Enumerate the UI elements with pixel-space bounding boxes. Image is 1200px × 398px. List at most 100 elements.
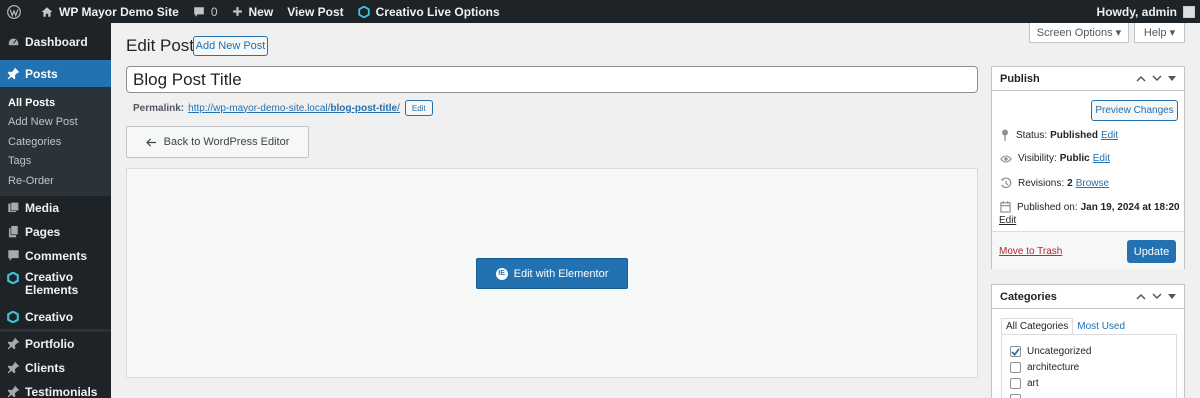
checkbox[interactable] — [1010, 394, 1021, 398]
view-post-label: View Post — [287, 4, 344, 19]
add-new-post-button[interactable]: Add New Post — [193, 36, 268, 56]
sidebar-label: Portfolio — [25, 336, 75, 351]
category-label: Uncategorized — [1027, 346, 1092, 357]
sidebar-item-posts[interactable]: Posts — [0, 60, 111, 87]
admin-sidebar: Dashboard Posts All Posts Add New Post C… — [0, 23, 111, 398]
permalink-edit-button[interactable]: Edit — [404, 100, 433, 116]
published-value: Jan 19, 2024 at 18:20 — [1080, 201, 1180, 213]
comments-count: 0 — [210, 4, 218, 19]
edit-with-elementor-button[interactable]: IE Edit with Elementor — [476, 258, 628, 289]
sidebar-label: Posts — [25, 66, 58, 81]
sidebar-item-dashboard[interactable]: Dashboard — [0, 30, 111, 54]
preview-changes-button[interactable]: Preview Changes — [1091, 100, 1178, 121]
checkbox-checked[interactable] — [1010, 346, 1021, 357]
sidebar-item-creativo-elements[interactable]: Creativo Elements — [0, 268, 111, 305]
category-item[interactable]: Uncategorized — [1010, 346, 1091, 357]
submenu-categories[interactable]: Categories — [0, 132, 111, 152]
help-button[interactable]: Help ▾ — [1134, 23, 1185, 43]
publish-actions: Move to Trash Update — [992, 231, 1184, 269]
chevron-down-icon[interactable] — [1152, 293, 1162, 300]
site-name-link[interactable]: WP Mayor Demo Site — [34, 0, 186, 23]
submenu-all-posts[interactable]: All Posts — [0, 93, 111, 113]
status-value: Published — [1050, 129, 1098, 141]
visibility-edit-link[interactable]: Edit — [1093, 153, 1110, 164]
view-post-link[interactable]: View Post — [280, 0, 350, 23]
plus-icon — [232, 7, 242, 16]
categories-box-header: Categories — [992, 285, 1184, 309]
arrow-left-icon — [145, 137, 156, 147]
sidebar-label: Comments — [25, 248, 88, 263]
caret-down-icon[interactable] — [1168, 293, 1176, 300]
published-on-edit-link[interactable]: Edit — [999, 215, 1016, 226]
sidebar-label: Media — [25, 200, 60, 215]
history-icon — [1000, 177, 1012, 189]
creativo-hexagon-icon — [6, 310, 20, 324]
permalink-label: Permalink: — [133, 102, 185, 114]
submenu-re-order[interactable]: Re-Order — [0, 171, 111, 191]
category-item[interactable]: architecture — [1010, 362, 1079, 373]
revisions-row: Revisions: 2 Browse — [1000, 177, 1109, 189]
chevron-down-icon[interactable] — [1152, 75, 1162, 82]
update-button[interactable]: Update — [1127, 240, 1176, 263]
new-content-link[interactable]: New — [225, 0, 281, 23]
published-label: Published on: — [1017, 201, 1078, 213]
revisions-label: Revisions: — [1018, 177, 1065, 189]
status-row: Status: Published Edit — [1000, 129, 1118, 141]
categories-box: Categories All Categories Most Used Unca… — [991, 284, 1185, 398]
status-edit-link[interactable]: Edit — [1101, 130, 1118, 141]
sidebar-item-pages[interactable]: Pages — [0, 220, 111, 244]
checkbox[interactable] — [1010, 378, 1021, 389]
screen-options-button[interactable]: Screen Options ▾ — [1029, 23, 1129, 43]
submenu-add-new-post[interactable]: Add New Post — [0, 113, 111, 133]
publish-box-title: Publish — [1000, 72, 1040, 85]
tab-all-categories[interactable]: All Categories — [1001, 318, 1074, 335]
publish-box: Publish Preview Changes Status: Published… — [991, 66, 1185, 269]
tab-most-used[interactable]: Most Used — [1073, 318, 1129, 335]
move-to-trash-link[interactable]: Move to Trash — [999, 246, 1062, 257]
submenu-tags[interactable]: Tags — [0, 152, 111, 172]
revisions-browse-link[interactable]: Browse — [1076, 178, 1109, 189]
permalink-trail: / — [397, 102, 400, 114]
pages-icon — [6, 225, 20, 239]
creativo-live-options-link[interactable]: Creativo Live Options — [351, 0, 507, 23]
live-options-label: Creativo Live Options — [375, 4, 500, 19]
howdy-label: Howdy, admin — [1096, 4, 1177, 19]
category-checklist: Uncategorized architecture art — [1001, 334, 1177, 398]
sidebar-item-comments[interactable]: Comments — [0, 244, 111, 268]
sidebar-label: Creativo — [25, 309, 74, 324]
post-title-input[interactable]: Blog Post Title — [126, 66, 978, 93]
pushpin-icon — [6, 67, 20, 81]
visibility-label: Visibility: — [1018, 153, 1057, 164]
my-account-link[interactable]: Howdy, admin — [1090, 0, 1200, 23]
page-title: Edit Post — [126, 36, 195, 55]
sidebar-item-creativo[interactable]: Creativo — [0, 305, 111, 329]
chevron-up-icon[interactable] — [1136, 75, 1146, 82]
sidebar-label: Clients — [25, 360, 66, 375]
categories-box-title: Categories — [1000, 290, 1057, 303]
wordpress-logo-icon[interactable] — [0, 0, 34, 23]
creativo-hexagon-icon — [357, 5, 370, 18]
sidebar-item-portfolio[interactable]: Portfolio — [0, 332, 111, 356]
pushpin-icon — [6, 385, 20, 398]
sidebar-item-media[interactable]: Media — [0, 196, 111, 220]
calendar-icon — [1000, 201, 1011, 213]
chevron-up-icon[interactable] — [1136, 293, 1146, 300]
eye-icon — [1000, 154, 1012, 163]
category-item[interactable] — [1010, 394, 1027, 398]
caret-down-icon[interactable] — [1168, 75, 1176, 82]
sidebar-item-clients[interactable]: Clients — [0, 356, 111, 380]
creativo-hexagon-icon — [6, 271, 20, 285]
sidebar-item-testimonials[interactable]: Testimonials — [0, 380, 111, 398]
back-to-wordpress-editor-button[interactable]: Back to WordPress Editor — [126, 126, 309, 158]
elementor-logo-icon: IE — [495, 267, 508, 280]
published-on-row: Published on: Jan 19, 2024 at 18:20 — [1000, 201, 1183, 213]
permalink-link[interactable]: http://wp-mayor-demo-site.local/blog-pos… — [188, 103, 400, 114]
elementor-editor-area: IE Edit with Elementor — [126, 168, 978, 378]
category-item[interactable]: art — [1010, 378, 1039, 389]
checkbox[interactable] — [1010, 362, 1021, 373]
avatar — [1183, 5, 1195, 18]
comment-bubble-icon — [6, 249, 20, 263]
sidebar-label: Pages — [25, 224, 61, 239]
comments-link[interactable]: 0 — [186, 0, 225, 23]
site-name: WP Mayor Demo Site — [59, 4, 179, 19]
